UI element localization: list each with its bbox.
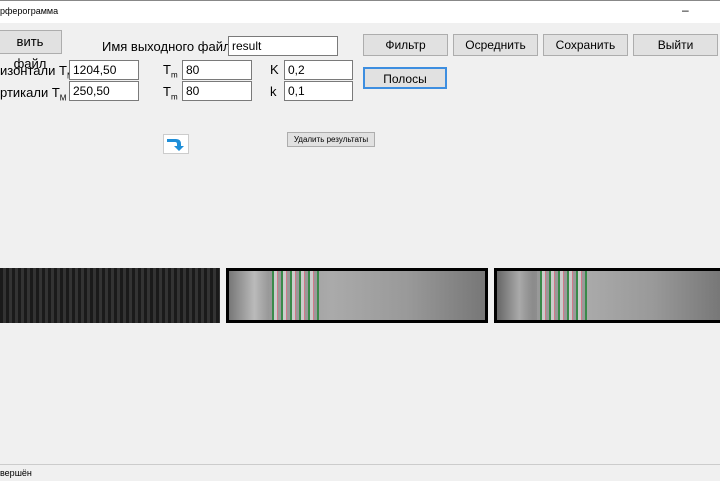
exit-button[interactable]: Выйти (633, 34, 718, 56)
k1-label: K (270, 62, 279, 77)
k2-input[interactable]: 0,1 (284, 81, 353, 101)
k2-label: k (270, 84, 277, 99)
horizontal-label: изонтали ТМ (0, 63, 74, 81)
delete-results-button[interactable]: Удалить результаты (287, 132, 375, 147)
average-button[interactable]: Осреднить (453, 34, 538, 56)
status-bar: вершён (0, 464, 720, 481)
filtered-interferogram-image (226, 268, 488, 323)
status-text: вершён (0, 468, 32, 478)
tm2-input[interactable]: 80 (182, 81, 252, 101)
horizontal-input[interactable]: 1204,50 (69, 60, 139, 80)
tm1-input[interactable]: 80 (182, 60, 252, 80)
output-file-input[interactable]: result (228, 36, 338, 56)
redo-arrow-icon[interactable] (163, 134, 189, 154)
averaged-interferogram-image (494, 268, 720, 323)
source-interferogram-image (0, 268, 220, 323)
stripes-button[interactable]: Полосы (363, 67, 447, 89)
tm1-label: Tm (163, 62, 178, 80)
tm2-label: Tm (163, 84, 178, 102)
vertical-label: ртикали ТМ (0, 85, 67, 103)
k1-input[interactable]: 0,2 (284, 60, 353, 80)
title-bar: рферограмма – (0, 0, 720, 23)
open-file-button[interactable]: вить файл (0, 30, 62, 71)
window-title: рферограмма (0, 6, 59, 16)
vertical-input[interactable]: 250,50 (69, 81, 139, 101)
save-button[interactable]: Сохранить (543, 34, 628, 56)
filter-button[interactable]: Фильтр (363, 34, 448, 56)
output-file-label: Имя выходного файла (102, 39, 238, 54)
minimize-button[interactable]: – (682, 3, 689, 17)
